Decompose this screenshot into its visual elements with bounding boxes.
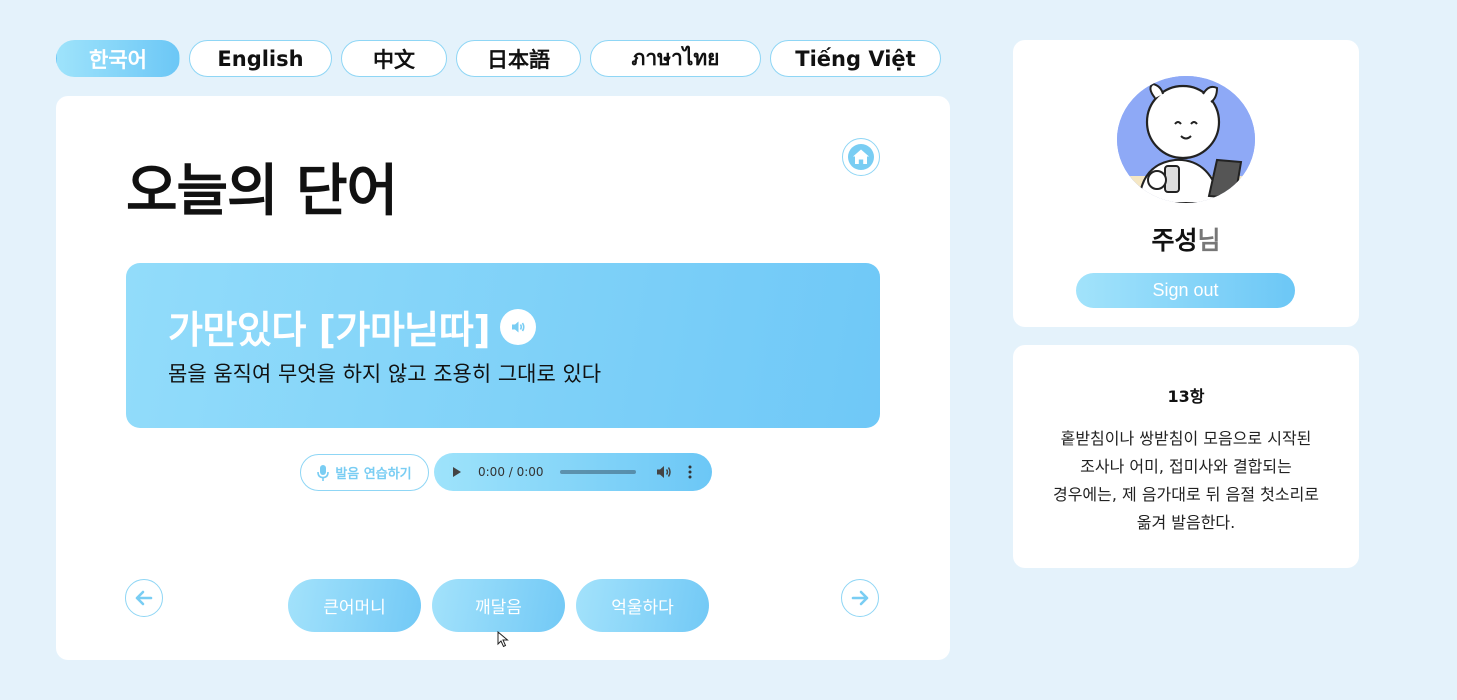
audio-time: 0:00 / 0:00 <box>478 465 544 479</box>
play-icon <box>453 467 461 477</box>
more-options-button[interactable] <box>688 465 692 479</box>
arrow-right-icon <box>851 590 869 606</box>
user-name: 주성님 <box>1013 221 1359 257</box>
pronunciation-rule-card: 13항 홑받침이나 쌍받침이 모음으로 시작된 조사나 어미, 접미사와 결합되… <box>1013 345 1359 568</box>
word-text: 가만있다 [가마닏따] <box>168 308 491 352</box>
practice-label: 발음 연습하기 <box>335 467 412 482</box>
more-icon <box>688 465 692 479</box>
previous-word-button[interactable] <box>125 579 163 617</box>
avatar <box>1117 76 1255 203</box>
rule-title: 13항 <box>1167 387 1205 406</box>
practice-pronunciation-button[interactable]: 발음 연습하기 <box>300 454 429 491</box>
related-words: 큰어머니 깨달음 억울하다 <box>288 579 709 632</box>
word-row: 가만있다 [가마닏따] <box>168 299 537 354</box>
audio-progress-slider[interactable] <box>559 470 636 474</box>
home-button[interactable] <box>842 138 880 176</box>
home-icon <box>848 144 874 170</box>
sign-out-button[interactable]: Sign out <box>1076 273 1295 308</box>
profile-card: 주성님 Sign out <box>1013 40 1359 327</box>
next-word-button[interactable] <box>841 579 879 617</box>
play-button[interactable] <box>452 466 462 478</box>
tab-vietnamese[interactable]: Tiếng Việt <box>770 40 941 77</box>
word-meaning: 몸을 움직여 무엇을 하지 않고 조용히 그대로 있다 <box>168 362 602 386</box>
word-box: 가만있다 [가마닏따] 몸을 움직여 무엇을 하지 않고 조용히 그대로 있다 <box>126 263 880 428</box>
volume-button[interactable] <box>656 465 672 479</box>
tab-chinese[interactable]: 中文 <box>341 40 447 77</box>
related-word-button[interactable]: 깨달음 <box>432 579 565 632</box>
arrow-left-icon <box>135 590 153 606</box>
user-name-suffix: 님 <box>1197 226 1221 255</box>
user-name-text: 주성 <box>1151 226 1198 255</box>
tab-japanese[interactable]: 日本語 <box>456 40 581 77</box>
related-word-button[interactable]: 억울하다 <box>576 579 709 632</box>
related-word-button[interactable]: 큰어머니 <box>288 579 421 632</box>
volume-icon <box>656 466 671 478</box>
rule-text: 홑받침이나 쌍받침이 모음으로 시작된 조사나 어미, 접미사와 결합되는 경우… <box>1052 429 1320 532</box>
language-tabs: 한국어 English 中文 日本語 ภาษาไทย Tiếng Việt <box>56 40 941 77</box>
page-title: 오늘의 단어 <box>126 159 398 224</box>
mouse-cursor-icon <box>497 631 509 648</box>
tab-english[interactable]: English <box>189 40 332 77</box>
speaker-button[interactable] <box>500 308 537 345</box>
tab-korean[interactable]: 한국어 <box>56 40 180 77</box>
audio-player: 0:00 / 0:00 <box>434 453 712 491</box>
avatar-illustration <box>1117 76 1255 203</box>
word-of-day-card: 오늘의 단어 가만있다 [가마닏따] 몸을 움직여 무엇을 하지 않고 조용히 … <box>56 96 950 660</box>
speaker-icon <box>512 321 525 332</box>
microphone-icon <box>317 464 330 481</box>
tab-thai[interactable]: ภาษาไทย <box>590 40 761 77</box>
